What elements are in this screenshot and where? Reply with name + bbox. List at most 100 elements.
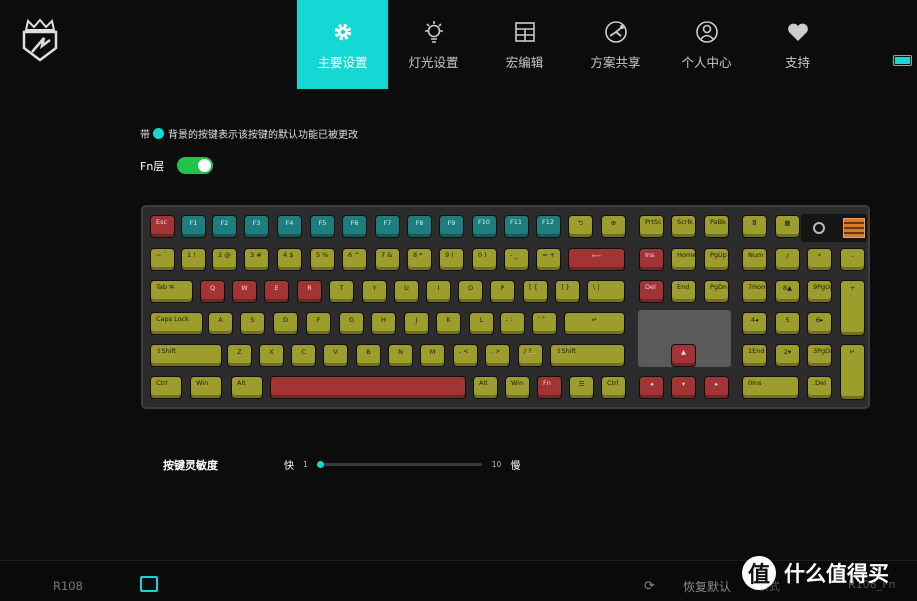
key[interactable]: ' " [532,312,557,335]
key[interactable]: F11 [504,215,529,238]
key[interactable]: ▦ [775,215,800,238]
key[interactable]: Esc [150,215,175,238]
key[interactable]: 0 ) [472,248,497,271]
key[interactable]: B [356,344,381,367]
key[interactable]: F9 [439,215,464,238]
key[interactable]: L [469,312,494,335]
key[interactable]: F [306,312,331,335]
key[interactable]: = + [536,248,561,271]
key[interactable]: Ins [639,248,664,271]
key[interactable]: ◂ [639,376,664,399]
key[interactable]: N [388,344,413,367]
key[interactable]: ~ ` [150,248,175,271]
key[interactable]: * [807,248,832,271]
key[interactable]: G [339,312,364,335]
key[interactable]: 5 [775,312,800,335]
key[interactable]: . > [485,344,510,367]
key[interactable]: 3 # [244,248,269,271]
key[interactable]: 6▸ [807,312,832,335]
key[interactable]: Win [190,376,222,399]
key[interactable]: 8 * [407,248,432,271]
key[interactable]: I [426,280,451,303]
key[interactable]: ] } [555,280,580,303]
key[interactable]: [ { [523,280,548,303]
key[interactable]: ⇧Shift [150,344,222,367]
key[interactable]: J [404,312,429,335]
key[interactable]: PgUp [704,248,729,271]
key[interactable]: - [840,248,865,271]
key[interactable]: ☰ [569,376,594,399]
key[interactable]: 4 $ [277,248,302,271]
key[interactable]: ↵ [840,344,865,400]
tab-lighting[interactable]: 灯光设置 [388,0,479,89]
tab-share[interactable]: 方案共享 [570,0,661,89]
key[interactable]: Y [362,280,387,303]
tab-main-settings[interactable]: 主要设置 [297,0,388,89]
reset-default-button[interactable]: 恢复默认 [683,578,731,595]
key[interactable]: 9PgUp [807,280,832,303]
key[interactable]: ⟵ [568,248,625,271]
key[interactable]: D [273,312,298,335]
key[interactable]: F5 [310,215,335,238]
key[interactable]: Home [671,248,696,271]
key[interactable]: U [394,280,419,303]
tab-profile[interactable]: 个人中心 [661,0,752,89]
key[interactable]: 2 @ [212,248,237,271]
key[interactable]: M [420,344,445,367]
key[interactable]: Z [227,344,252,367]
key[interactable]: 9 ( [439,248,464,271]
key[interactable]: F2 [212,215,237,238]
key[interactable]: V [323,344,348,367]
key[interactable]: O [458,280,483,303]
key[interactable]: Del [639,280,664,303]
key[interactable]: \ | [587,280,625,303]
tab-support[interactable]: 支持 [752,0,843,89]
key[interactable]: F6 [342,215,367,238]
key[interactable]: K [436,312,461,335]
key[interactable]: T [329,280,354,303]
key[interactable]: ▸ [704,376,729,399]
key[interactable]: F7 [375,215,400,238]
key[interactable]: F3 [244,215,269,238]
key[interactable]: P [490,280,515,303]
key[interactable]: Q [200,280,225,303]
key[interactable]: F8 [407,215,432,238]
key[interactable]: 🖩 [742,215,767,238]
key[interactable]: 0Ins [742,376,799,399]
sensitivity-thumb[interactable] [316,461,324,468]
key[interactable]: 2▾ [775,344,800,367]
key[interactable]: Ctrl [150,376,182,399]
key[interactable]: F10 [472,215,497,238]
key[interactable]: H [371,312,396,335]
device-model[interactable]: R108 [53,579,83,593]
key[interactable]: Num [742,248,767,271]
key[interactable] [270,376,466,399]
key[interactable]: PrtSc [639,215,664,238]
key-space[interactable]: / ? [518,344,543,367]
key[interactable]: 5 % [310,248,335,271]
key[interactable]: F12 [536,215,561,238]
key[interactable]: F1 [181,215,206,238]
fn-layer-toggle[interactable] [177,157,214,174]
key[interactable]: .Del [807,376,832,399]
tab-macro[interactable]: 宏编辑 [479,0,570,89]
key[interactable]: Tab ⭾ [150,280,193,303]
key[interactable]: PaBk [704,215,729,238]
key[interactable]: / [775,248,800,271]
sensitivity-track[interactable] [316,461,482,468]
key[interactable]: 8▲ [775,280,800,303]
key[interactable]: X [259,344,284,367]
key[interactable]: 4◂ [742,312,767,335]
volume-knob[interactable] [801,214,867,242]
key[interactable]: S [240,312,265,335]
key[interactable]: ⇧Shift [550,344,625,367]
key[interactable]: 1End [742,344,767,367]
key[interactable]: ⮌ [568,215,593,238]
key[interactable]: ↵ [564,312,625,335]
key[interactable]: Fn [537,376,562,399]
key[interactable]: End [671,280,696,303]
key[interactable]: Ctrl [601,376,626,399]
key[interactable]: C [291,344,316,367]
key[interactable]: 1 ! [181,248,206,271]
key[interactable]: F4 [277,215,302,238]
